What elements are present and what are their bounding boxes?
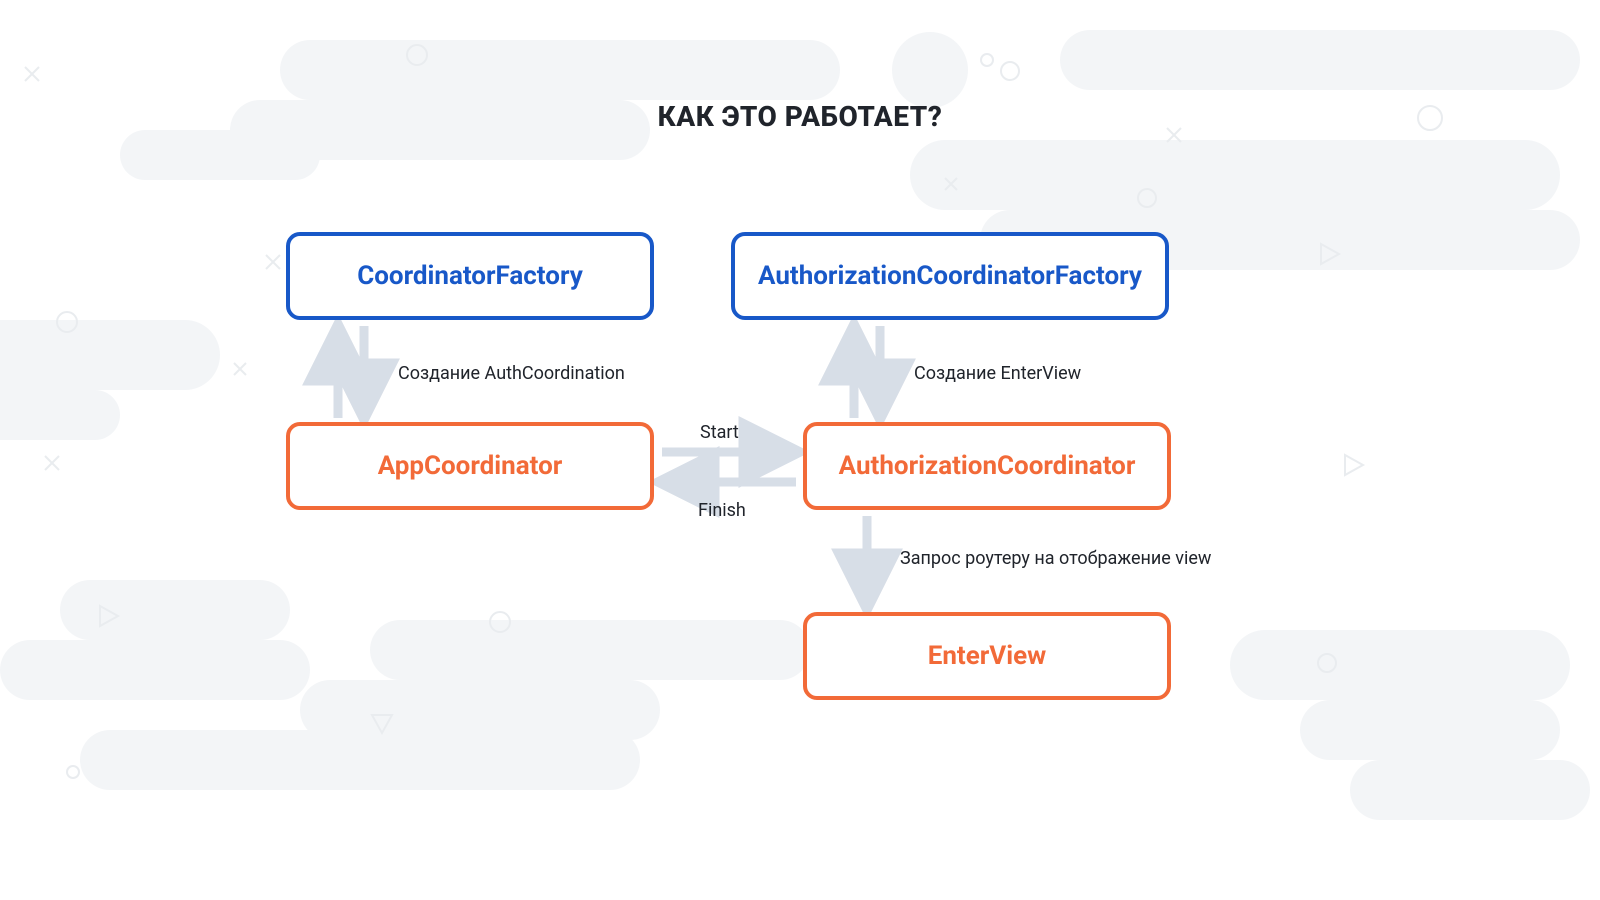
label-start: Start — [700, 422, 739, 443]
label-router-request: Запрос роутеру на отображение view — [900, 548, 1211, 569]
label-create-auth-coordination: Создание AuthCoordination — [398, 363, 625, 384]
node-enter-view: EnterView — [803, 612, 1171, 700]
node-label: AuthorizationCoordinator — [839, 451, 1136, 481]
node-label: CoordinatorFactory — [357, 261, 583, 291]
node-label: AppCoordinator — [378, 451, 563, 481]
node-authorization-coordinator-factory: AuthorizationCoordinatorFactory — [731, 232, 1169, 320]
diagram-title: КАК ЭТО РАБОТАЕТ? — [0, 100, 1600, 133]
node-label: AuthorizationCoordinatorFactory — [758, 261, 1142, 291]
label-create-enter-view: Создание EnterView — [914, 363, 1081, 384]
node-app-coordinator: AppCoordinator — [286, 422, 654, 510]
node-label: EnterView — [928, 641, 1047, 671]
node-coordinator-factory: CoordinatorFactory — [286, 232, 654, 320]
node-authorization-coordinator: AuthorizationCoordinator — [803, 422, 1171, 510]
label-finish: Finish — [698, 500, 746, 521]
arrows-layer — [0, 0, 1600, 900]
